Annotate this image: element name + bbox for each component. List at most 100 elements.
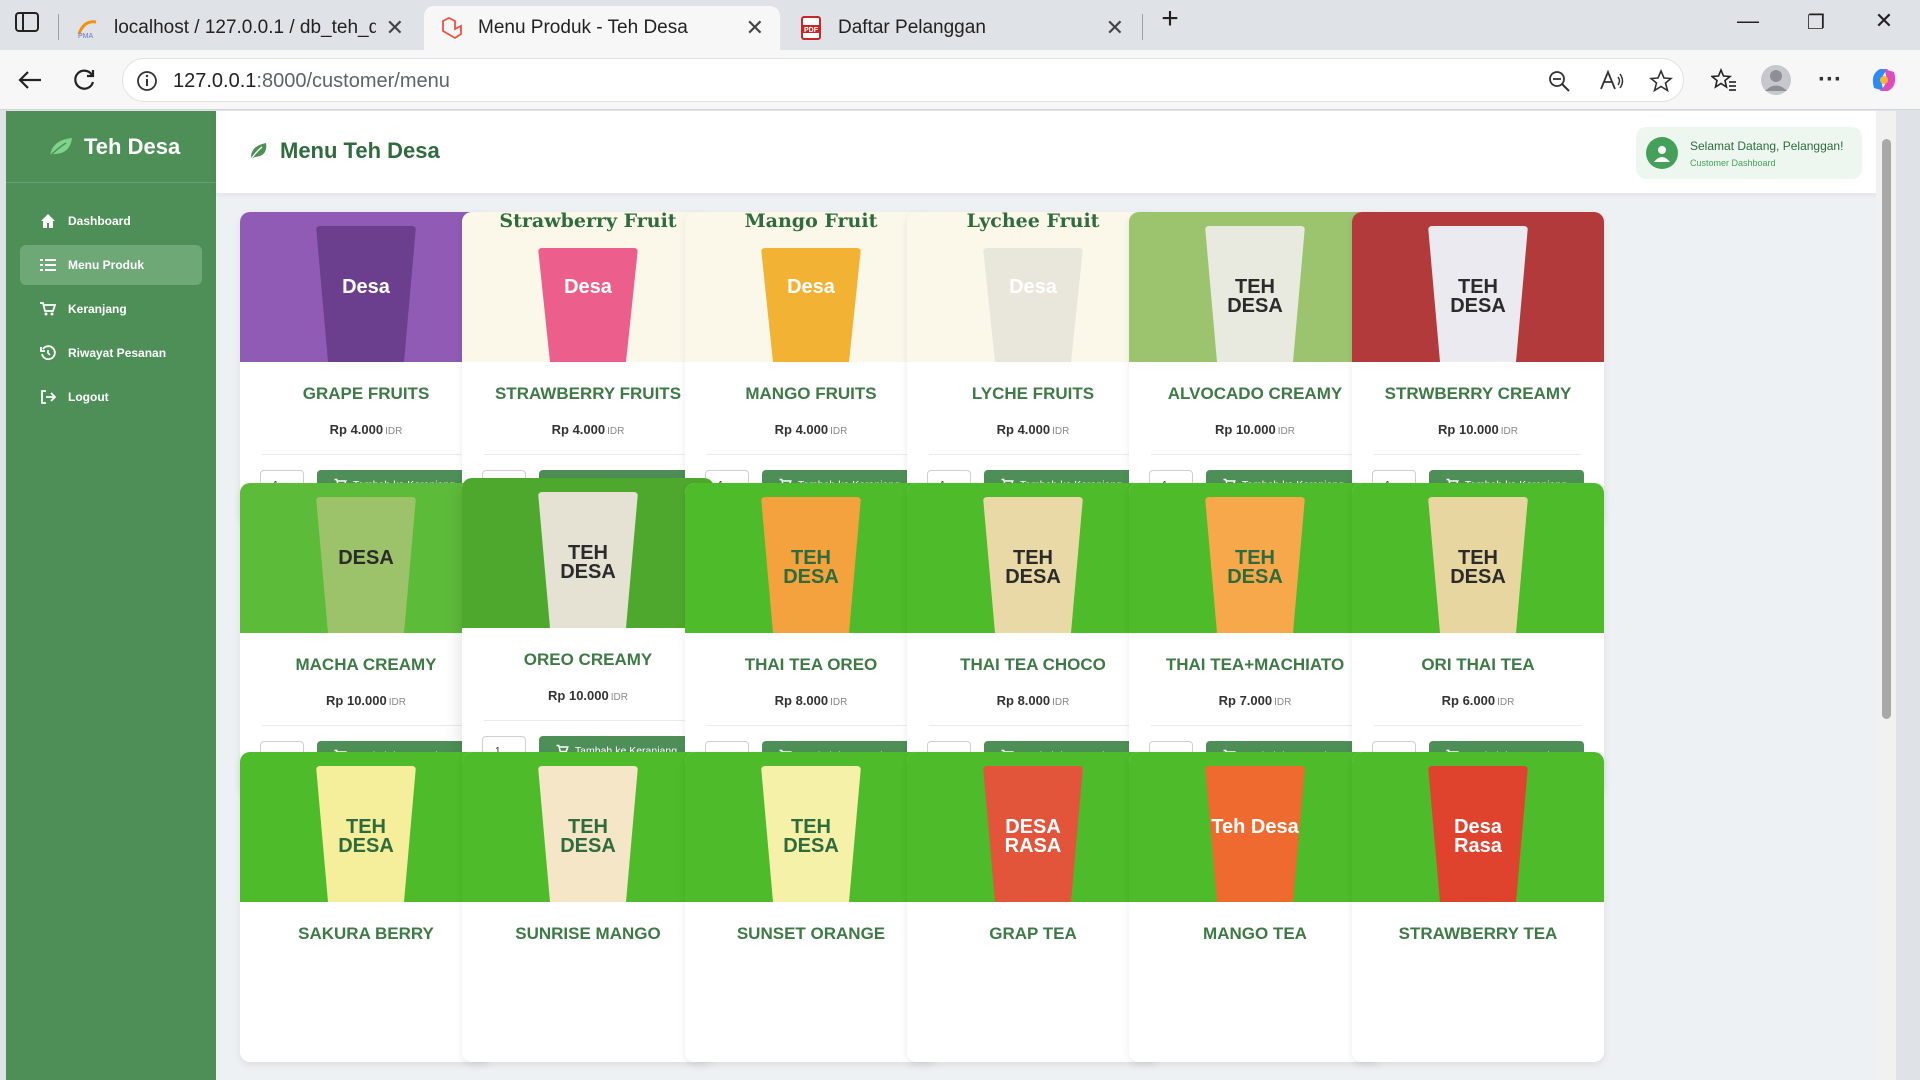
sidebar-item-menu-produk[interactable]: Menu Produk bbox=[20, 245, 202, 285]
close-icon[interactable]: ✕ bbox=[1106, 15, 1124, 41]
page-scrollbar[interactable] bbox=[1876, 111, 1896, 1080]
laravel-icon bbox=[440, 16, 464, 40]
product-card: Lychee FruitDesaLYCHE FRUITSRp 4.000IDRT… bbox=[907, 212, 1159, 522]
product-image: DESA bbox=[240, 483, 492, 633]
more-options-icon[interactable]: ··· bbox=[1812, 62, 1848, 98]
restore-icon[interactable]: ❐ bbox=[1796, 10, 1836, 35]
tab-daftar-pelanggan[interactable]: PDF Daftar Pelanggan ✕ bbox=[784, 6, 1140, 50]
tab-phpmyadmin[interactable]: PMA localhost / 127.0.0.1 / db_teh_des ✕ bbox=[60, 6, 420, 50]
back-icon[interactable] bbox=[12, 62, 48, 98]
close-icon[interactable]: ✕ bbox=[746, 15, 764, 41]
cup-logo-text: TEH DESA bbox=[560, 542, 616, 583]
drink-cup: TEH DESA bbox=[1428, 497, 1528, 633]
product-price: Rp 6.000 IDR bbox=[1441, 693, 1515, 708]
cup-logo-text: Desa bbox=[342, 276, 390, 298]
pdf-icon: PDF bbox=[800, 16, 824, 40]
product-name: SUNRISE MANGO bbox=[515, 924, 661, 943]
product-card: TEH DESAOREO CREAMYRp 10.000IDRTambah ke… bbox=[462, 478, 714, 788]
address-bar[interactable]: 127.0.0.1:8000/customer/menu bbox=[122, 58, 1684, 102]
info-icon[interactable] bbox=[135, 69, 159, 93]
cup-logo-text: DESA RASA bbox=[1004, 816, 1062, 857]
divider bbox=[929, 725, 1137, 726]
product-price: Rp 10.000 IDR bbox=[1215, 422, 1295, 437]
product-body: GRAP TEA bbox=[907, 902, 1159, 1062]
sidebar-item-label: Logout bbox=[68, 390, 109, 404]
divider bbox=[262, 454, 470, 455]
drink-cup: Desa Rasa bbox=[1428, 766, 1528, 902]
product-name: SUNSET ORANGE bbox=[736, 924, 886, 943]
product-name: MACHA CREAMY bbox=[295, 655, 437, 674]
cup-logo-text: Desa bbox=[564, 276, 612, 298]
product-card: TEH DESAORI THAI TEARp 6.000IDRTambah ke… bbox=[1352, 483, 1604, 793]
product-image: TEH DESA bbox=[1129, 483, 1381, 633]
sidebar-item-label: Dashboard bbox=[68, 214, 131, 228]
sidebar-item-keranjang[interactable]: Keranjang bbox=[20, 289, 202, 329]
refresh-icon[interactable] bbox=[66, 62, 102, 98]
drink-cup: DESA RASA bbox=[983, 766, 1083, 902]
sidebar: Teh Desa Dashboard Menu Produk Keranjang… bbox=[6, 111, 216, 1080]
sidebar-item-riwayat-pesanan[interactable]: Riwayat Pesanan bbox=[20, 333, 202, 373]
divider bbox=[262, 725, 470, 726]
drink-cup: Desa bbox=[538, 248, 638, 362]
page-viewport: Teh Desa Dashboard Menu Produk Keranjang… bbox=[6, 111, 1896, 1080]
profile-avatar-icon[interactable] bbox=[1758, 62, 1794, 98]
tab-title: Menu Produk - Teh Desa bbox=[478, 17, 688, 38]
product-image: Mango Fruit Desa bbox=[685, 212, 937, 362]
cup-logo-text: TEH DESA bbox=[1450, 547, 1506, 588]
product-image: TEH DESA bbox=[685, 752, 937, 902]
product-image: Teh Desa bbox=[1129, 752, 1381, 902]
product-price: Rp 4.000 IDR bbox=[329, 422, 403, 437]
product-image: TEH DESA bbox=[1129, 212, 1381, 362]
product-body: STRAWBERRY TEA bbox=[1352, 902, 1604, 1062]
divider bbox=[1151, 454, 1359, 455]
product-name: MANGO FRUITS bbox=[745, 384, 877, 403]
product-card: TEH DESASTRWBERRY CREAMYRp 10.000IDRTamb… bbox=[1352, 212, 1604, 522]
tab-title: localhost / 127.0.0.1 / db_teh_des bbox=[114, 17, 376, 38]
read-aloud-icon[interactable] bbox=[1599, 69, 1624, 93]
list-icon bbox=[40, 257, 56, 273]
product-image: Desa bbox=[240, 212, 492, 362]
zoom-out-icon[interactable] bbox=[1547, 69, 1571, 93]
product-name: ALVOCADO CREAMY bbox=[1167, 384, 1343, 403]
browser-toolbar: 127.0.0.1:8000/customer/menu ··· bbox=[0, 50, 1920, 110]
scrollbar-thumb[interactable] bbox=[1882, 139, 1891, 719]
product-name: THAI TEA+MACHIATO bbox=[1165, 655, 1345, 674]
cup-logo-text: TEH DESA bbox=[1450, 276, 1506, 317]
product-image: TEH DESA bbox=[1352, 212, 1604, 362]
cup-logo-text: TEH DESA bbox=[1227, 276, 1283, 317]
close-window-icon[interactable]: ✕ bbox=[1864, 8, 1904, 34]
cup-logo-text: DESA bbox=[338, 547, 394, 569]
sidebar-nav: Dashboard Menu Produk Keranjang Riwayat … bbox=[6, 183, 216, 417]
product-name: GRAP TEA bbox=[989, 924, 1077, 943]
welcome-subtitle: Customer Dashboard bbox=[1690, 157, 1776, 168]
history-icon bbox=[40, 345, 56, 361]
favorites-icon[interactable] bbox=[1706, 62, 1742, 98]
brand[interactable]: Teh Desa bbox=[6, 111, 216, 183]
product-image-title: Strawberry Fruit bbox=[499, 212, 677, 232]
product-name: THAI TEA CHOCO bbox=[960, 655, 1106, 674]
sidebar-item-logout[interactable]: Logout bbox=[20, 377, 202, 417]
new-tab-icon[interactable]: + bbox=[1150, 2, 1190, 36]
product-card: TEH DESA SUNRISE MANGO bbox=[462, 752, 714, 1062]
logout-icon bbox=[40, 389, 56, 405]
copilot-icon[interactable] bbox=[1866, 62, 1902, 98]
product-body: SAKURA BERRY bbox=[240, 902, 492, 1062]
product-price: Rp 4.000 IDR bbox=[551, 422, 625, 437]
favorite-star-icon[interactable] bbox=[1648, 68, 1674, 93]
cup-logo-text: TEH DESA bbox=[1005, 547, 1061, 588]
minimize-icon[interactable]: — bbox=[1728, 8, 1768, 34]
browser-tab-bar: PMA localhost / 127.0.0.1 / db_teh_des ✕… bbox=[0, 0, 1920, 50]
drink-cup: TEH DESA bbox=[1428, 226, 1528, 362]
product-name: STRWBERRY CREAMY bbox=[1384, 384, 1572, 403]
tab-menu-produk[interactable]: Menu Produk - Teh Desa ✕ bbox=[424, 6, 780, 50]
product-name: SAKURA BERRY bbox=[298, 924, 434, 943]
product-card: TEH DESATHAI TEA OREORp 8.000IDRTambah k… bbox=[685, 483, 937, 793]
product-image: Lychee Fruit Desa bbox=[907, 212, 1159, 362]
close-icon[interactable]: ✕ bbox=[386, 15, 404, 41]
sidebar-item-dashboard[interactable]: Dashboard bbox=[20, 201, 202, 241]
drink-cup: TEH DESA bbox=[316, 766, 416, 902]
product-name: ORI THAI TEA bbox=[1421, 655, 1535, 674]
product-image: DESA RASA bbox=[907, 752, 1159, 902]
tab-actions-icon[interactable] bbox=[14, 11, 44, 37]
url-text: 127.0.0.1:8000/customer/menu bbox=[173, 70, 450, 92]
